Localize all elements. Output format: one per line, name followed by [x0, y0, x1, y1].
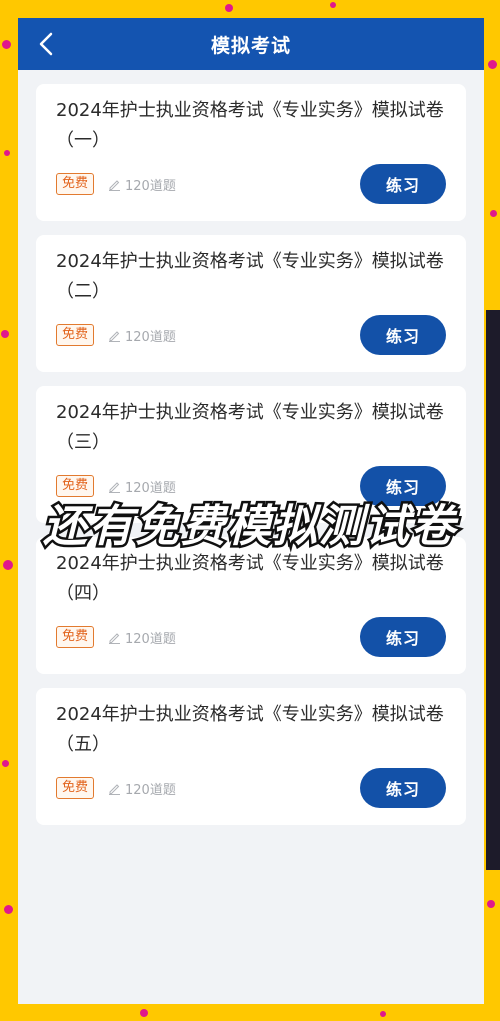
exam-title: 2024年护士执业资格考试《专业实务》模拟试卷（三） — [56, 402, 444, 453]
exam-card: 2024年护士执业资格考试《专业实务》模拟试卷（四） 免费 120道题 练习 — [36, 537, 466, 674]
practice-button[interactable]: 练习 — [360, 315, 446, 355]
confetti-dot — [2, 40, 11, 49]
exam-card: 2024年护士执业资格考试《专业实务》模拟试卷（二） 免费 120道题 练习 — [36, 235, 466, 372]
confetti-dot — [1, 330, 9, 338]
question-count-label: 120道题 — [125, 631, 176, 647]
exam-meta: 免费 120道题 — [56, 626, 176, 648]
free-badge: 免费 — [56, 777, 95, 799]
practice-button[interactable]: 练习 — [360, 768, 446, 808]
page-title: 模拟考试 — [210, 34, 291, 57]
pencil-icon — [109, 783, 121, 795]
question-count: 120道题 — [108, 779, 176, 798]
confetti-dot — [490, 210, 497, 217]
confetti-dot — [330, 2, 336, 8]
exam-meta: 免费 120道题 — [56, 777, 176, 799]
question-count-label: 120道题 — [125, 782, 176, 798]
question-count: 120道题 — [108, 628, 176, 647]
exam-meta: 免费 120道题 — [56, 324, 176, 346]
confetti-dot — [140, 1009, 148, 1017]
background-person-strip — [486, 310, 500, 870]
confetti-dot — [4, 905, 13, 914]
chevron-left-icon — [39, 32, 53, 56]
free-badge: 免费 — [56, 626, 95, 648]
exam-card: 2024年护士执业资格考试《专业实务》模拟试卷（五） 免费 120道题 练习 — [36, 688, 466, 825]
exam-list: 2024年护士执业资格考试《专业实务》模拟试卷（一） 免费 120道题 练习 2… — [18, 70, 484, 825]
pencil-icon — [109, 330, 121, 342]
exam-title: 2024年护士执业资格考试《专业实务》模拟试卷（五） — [56, 704, 444, 755]
practice-button[interactable]: 练习 — [360, 164, 446, 204]
question-count-label: 120道题 — [125, 329, 176, 345]
confetti-dot — [487, 900, 495, 908]
pencil-icon — [109, 632, 121, 644]
exam-title: 2024年护士执业资格考试《专业实务》模拟试卷（二） — [56, 251, 444, 302]
exam-meta: 免费 120道题 — [56, 173, 176, 195]
exam-title: 2024年护士执业资格考试《专业实务》模拟试卷（一） — [56, 100, 444, 151]
top-nav-bar: 模拟考试 — [18, 18, 484, 70]
back-button[interactable] — [32, 30, 60, 58]
exam-card: 2024年护士执业资格考试《专业实务》模拟试卷（一） 免费 120道题 练习 — [36, 84, 466, 221]
exam-title: 2024年护士执业资格考试《专业实务》模拟试卷（四） — [56, 553, 444, 604]
confetti-dot — [488, 60, 497, 69]
free-badge: 免费 — [56, 324, 95, 346]
confetti-dot — [3, 560, 13, 570]
question-count-label: 120道题 — [125, 178, 176, 194]
overlay-caption: 还有免费模拟测试卷 — [41, 499, 458, 555]
confetti-dot — [225, 4, 233, 12]
question-count: 120道题 — [108, 175, 176, 194]
pencil-icon — [109, 179, 121, 191]
free-badge: 免费 — [56, 173, 95, 195]
question-count: 120道题 — [108, 326, 176, 345]
confetti-dot — [380, 1011, 386, 1017]
practice-button[interactable]: 练习 — [360, 617, 446, 657]
confetti-dot — [2, 760, 9, 767]
confetti-dot — [4, 150, 10, 156]
